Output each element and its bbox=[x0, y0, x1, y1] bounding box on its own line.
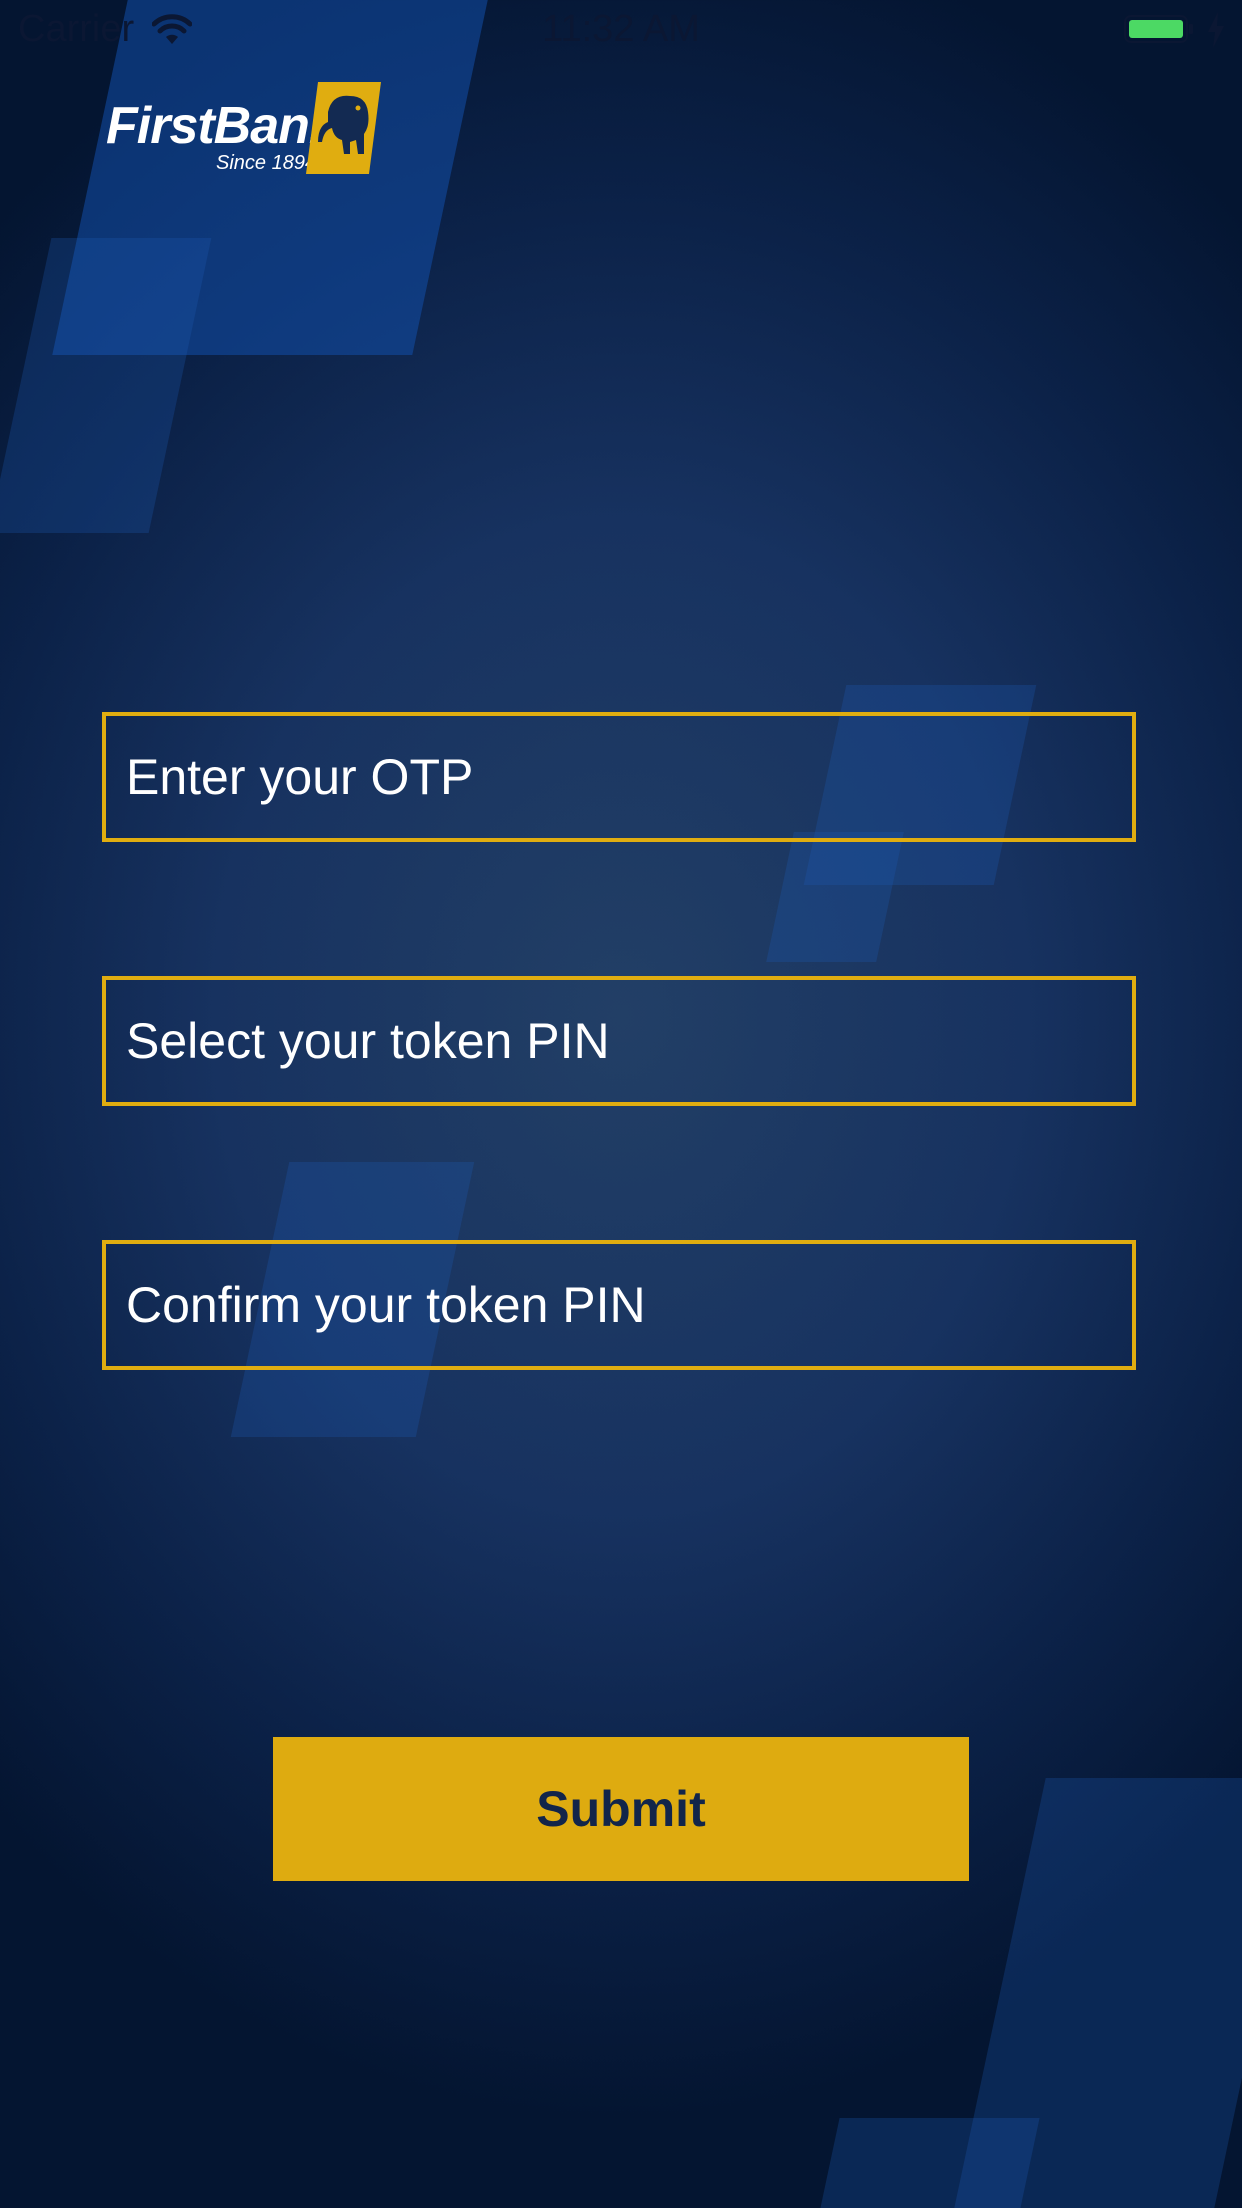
token-pin-field[interactable] bbox=[102, 976, 1136, 1106]
background-shard bbox=[0, 238, 212, 533]
otp-input[interactable] bbox=[106, 716, 1132, 838]
battery-icon bbox=[1124, 15, 1193, 43]
background-shard bbox=[766, 832, 904, 962]
submit-button[interactable]: Submit bbox=[273, 1737, 969, 1881]
charging-bolt-icon bbox=[1208, 12, 1224, 48]
status-time: 11:32 AM bbox=[542, 8, 700, 50]
background-shard bbox=[820, 2118, 1040, 2208]
confirm-token-pin-field[interactable] bbox=[102, 1240, 1136, 1370]
elephant-emblem-icon bbox=[306, 82, 381, 174]
firstbank-logo: FirstBank Since 1894 bbox=[106, 82, 381, 178]
status-bar: Carrier 11:32 AM bbox=[0, 0, 1242, 60]
confirm-token-pin-input[interactable] bbox=[106, 1244, 1132, 1366]
logo-tagline: Since 1894 bbox=[216, 152, 317, 174]
logo-wordmark: FirstBank bbox=[106, 97, 338, 155]
otp-field[interactable] bbox=[102, 712, 1136, 842]
token-pin-input[interactable] bbox=[106, 980, 1132, 1102]
